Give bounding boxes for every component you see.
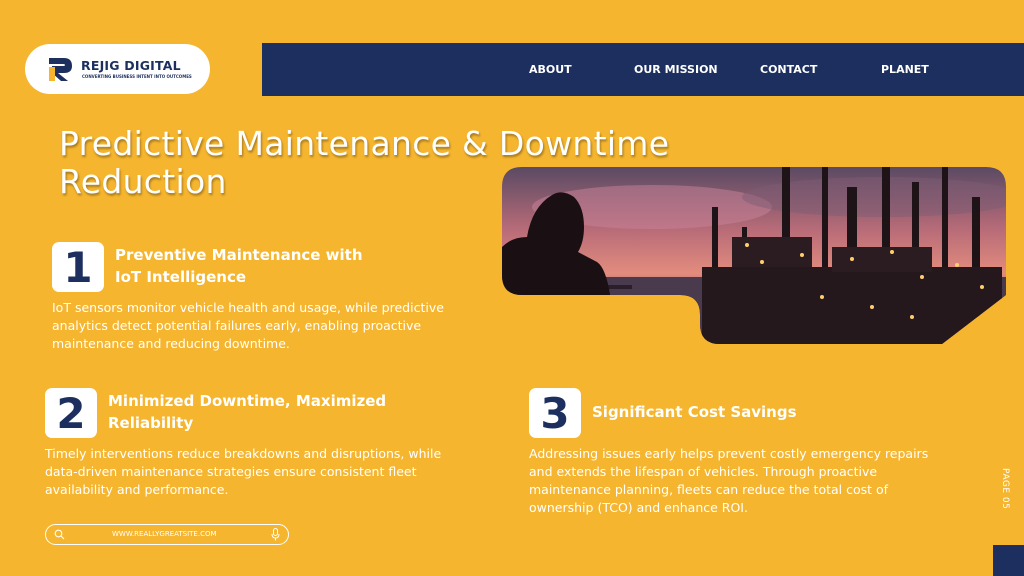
section-1-heading: Preventive Maintenance with IoT Intellig… [115, 246, 363, 286]
search-icon[interactable] [54, 529, 65, 540]
slide: REJIG DIGITAL CONVERTING BUSINESS INTENT… [0, 0, 1024, 576]
offshore-rig-photo [502, 167, 1006, 344]
logo-mark-icon [49, 58, 72, 81]
brand-name: REJIG DIGITAL [81, 58, 181, 73]
section-3-heading: Significant Cost Savings [592, 403, 797, 421]
number-badge-2: 2 [45, 388, 97, 438]
nav-item-about[interactable]: ABOUT [529, 63, 572, 76]
number-badge-3: 3 [529, 388, 581, 438]
search-input[interactable]: WWW.REALLYGREATSITE.COM [112, 530, 217, 538]
section-2-heading: Minimized Downtime, Maximized Reliabilit… [108, 392, 387, 432]
nav-item-our-mission[interactable]: OUR MISSION [634, 63, 718, 76]
section-3-body: Addressing issues early helps prevent co… [529, 446, 929, 515]
microphone-icon[interactable] [271, 528, 280, 541]
number-badge-1: 1 [52, 242, 104, 292]
corner-decoration [993, 545, 1024, 576]
search-bar[interactable]: WWW.REALLYGREATSITE.COM [45, 524, 289, 545]
section-1-body: IoT sensors monitor vehicle health and u… [52, 300, 444, 351]
nav-bar: ABOUT OUR MISSION CONTACT PLANET [262, 43, 1024, 96]
logo[interactable]: REJIG DIGITAL CONVERTING BUSINESS INTENT… [25, 44, 210, 94]
page-number: PAGE 05 [1000, 468, 1010, 510]
nav-item-planet[interactable]: PLANET [881, 63, 929, 76]
nav-item-contact[interactable]: CONTACT [760, 63, 817, 76]
brand-tagline: CONVERTING BUSINESS INTENT INTO OUTCOMES [82, 74, 192, 79]
section-2-body: Timely interventions reduce breakdowns a… [45, 446, 442, 497]
